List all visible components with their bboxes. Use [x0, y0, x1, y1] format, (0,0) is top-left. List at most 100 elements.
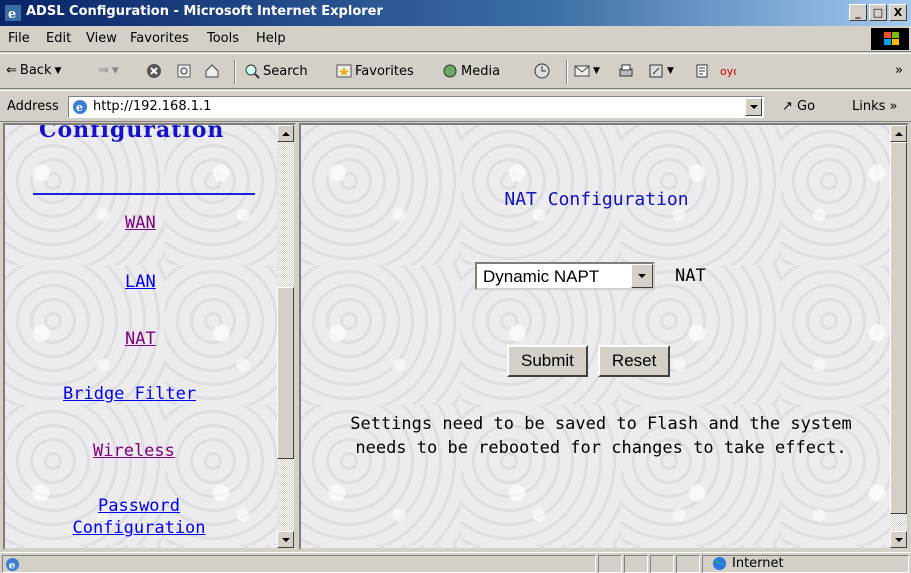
media-label: Media — [461, 63, 501, 79]
scroll-down-button[interactable] — [890, 531, 907, 548]
nav-menu: Configuration WAN LAN NAT Bridge Filter … — [5, 125, 281, 548]
chevron-down-icon — [749, 105, 758, 109]
page-title: NAT Configuration — [504, 189, 689, 210]
edit-icon — [649, 64, 663, 78]
links-button[interactable]: Links » — [852, 99, 898, 114]
address-input[interactable]: e http://192.168.1.1 — [68, 96, 764, 118]
arrow-down-icon — [281, 537, 290, 542]
svg-text:e: e — [8, 7, 16, 21]
status-bar: e Internet — [0, 552, 911, 573]
window-title: ADSL Configuration - Microsoft Internet … — [26, 4, 383, 19]
media-icon — [443, 64, 457, 78]
menu-favorites[interactable]: Favorites — [130, 31, 189, 46]
arrow-up-icon — [281, 131, 290, 136]
security-zone: Internet — [712, 556, 784, 571]
svg-text:e: e — [76, 101, 83, 114]
back-button[interactable]: ⇐ Back ▼ — [6, 63, 61, 78]
menu-help[interactable]: Help — [256, 31, 286, 46]
svg-text:e: e — [9, 559, 16, 571]
svg-text:oyo: oyo — [720, 65, 736, 78]
content-scrollbar[interactable] — [890, 125, 907, 548]
nat-mode-select[interactable]: Dynamic NAPT — [475, 262, 655, 290]
window-controls: _ □ X — [849, 4, 907, 21]
scroll-up-button[interactable] — [277, 125, 294, 142]
arrow-up-icon — [894, 131, 903, 136]
nav-scrollbar[interactable] — [277, 125, 294, 548]
messenger-button[interactable]: oyo — [720, 63, 736, 79]
favorites-label: Favorites — [355, 63, 414, 79]
stop-button[interactable] — [146, 63, 162, 79]
media-button[interactable]: Media — [442, 63, 500, 79]
nav-link-lan[interactable]: LAN — [125, 272, 156, 292]
mail-icon — [574, 65, 590, 77]
go-button[interactable]: ↗ Go — [782, 99, 815, 114]
history-button[interactable] — [534, 63, 550, 79]
history-icon — [534, 63, 550, 79]
menu-tools[interactable]: Tools — [207, 31, 239, 46]
status-panel — [650, 555, 674, 573]
favorites-icon — [336, 64, 352, 78]
chevron-down-icon — [638, 274, 646, 278]
chevron-icon: » — [889, 99, 898, 114]
reboot-notice: Settings need to be saved to Flash and t… — [350, 414, 852, 458]
scroll-up-button[interactable] — [890, 125, 907, 142]
ie-logo-icon: e — [5, 5, 21, 21]
mail-button[interactable]: ▼ — [574, 63, 600, 79]
scroll-thumb[interactable] — [277, 287, 294, 459]
dropdown-arrow-icon: ▼ — [593, 66, 600, 76]
home-button[interactable] — [204, 63, 220, 79]
nat-config-form: NAT Configuration Dynamic NAPT NAT Submi… — [301, 125, 892, 548]
home-icon — [205, 64, 219, 78]
form-buttons: Submit Reset — [507, 345, 671, 377]
globe-icon — [712, 556, 727, 571]
discuss-button[interactable] — [694, 63, 710, 79]
browser-window: e ADSL Configuration - Microsoft Interne… — [0, 0, 911, 573]
address-label: Address — [7, 99, 59, 114]
dropdown-arrow-icon: ▼ — [111, 65, 119, 76]
toolbar-chevron-icon[interactable]: » — [895, 63, 903, 78]
status-panel — [624, 555, 648, 573]
address-dropdown-button[interactable] — [745, 98, 762, 116]
menu-view[interactable]: View — [86, 31, 117, 46]
back-label: Back — [19, 63, 52, 78]
refresh-icon — [177, 64, 191, 78]
title-bar: e ADSL Configuration - Microsoft Interne… — [0, 0, 911, 26]
print-button[interactable] — [618, 63, 634, 79]
search-button[interactable]: Search — [244, 63, 308, 79]
submit-button[interactable]: Submit — [507, 345, 588, 377]
ie-page-icon: e — [5, 557, 20, 571]
nav-link-wireless[interactable]: Wireless — [93, 441, 175, 461]
address-bar: Address e http://192.168.1.1 ↗ Go Links … — [0, 90, 911, 122]
status-panel — [598, 555, 622, 573]
nav-link-nat[interactable]: NAT — [125, 329, 156, 349]
forward-button[interactable]: ⇒ ▼ — [98, 63, 119, 78]
messenger-icon: oyo — [720, 65, 736, 78]
reset-button[interactable]: Reset — [597, 345, 671, 377]
search-icon — [245, 64, 260, 79]
refresh-button[interactable] — [176, 63, 192, 79]
ie-page-icon: e — [73, 100, 87, 114]
status-panel — [676, 555, 700, 573]
dropdown-arrow-icon: ▼ — [54, 65, 62, 76]
menu-edit[interactable]: Edit — [46, 31, 71, 46]
nat-label: NAT — [675, 266, 706, 286]
arrow-down-icon — [894, 537, 903, 542]
toolbar-separator — [566, 60, 568, 84]
search-label: Search — [263, 63, 308, 79]
edit-button[interactable]: ▼ — [648, 63, 674, 79]
scroll-thumb[interactable] — [890, 142, 907, 514]
nav-link-password-configuration[interactable]: Password Configuration — [59, 495, 219, 539]
status-main-panel: e — [2, 555, 596, 573]
nat-mode-value: Dynamic NAPT — [483, 267, 600, 286]
menu-file[interactable]: File — [8, 31, 30, 46]
nav-link-bridge-filter[interactable]: Bridge Filter — [63, 384, 196, 404]
scroll-down-button[interactable] — [277, 531, 294, 548]
favorites-button[interactable]: Favorites — [336, 63, 414, 79]
close-button[interactable]: X — [889, 4, 907, 21]
select-dropdown-button[interactable] — [631, 264, 653, 288]
nav-link-wan[interactable]: WAN — [125, 213, 156, 233]
maximize-button[interactable]: □ — [869, 4, 887, 21]
nav-divider — [33, 193, 255, 195]
minimize-button[interactable]: _ — [849, 4, 867, 21]
links-label: Links — [852, 99, 886, 114]
